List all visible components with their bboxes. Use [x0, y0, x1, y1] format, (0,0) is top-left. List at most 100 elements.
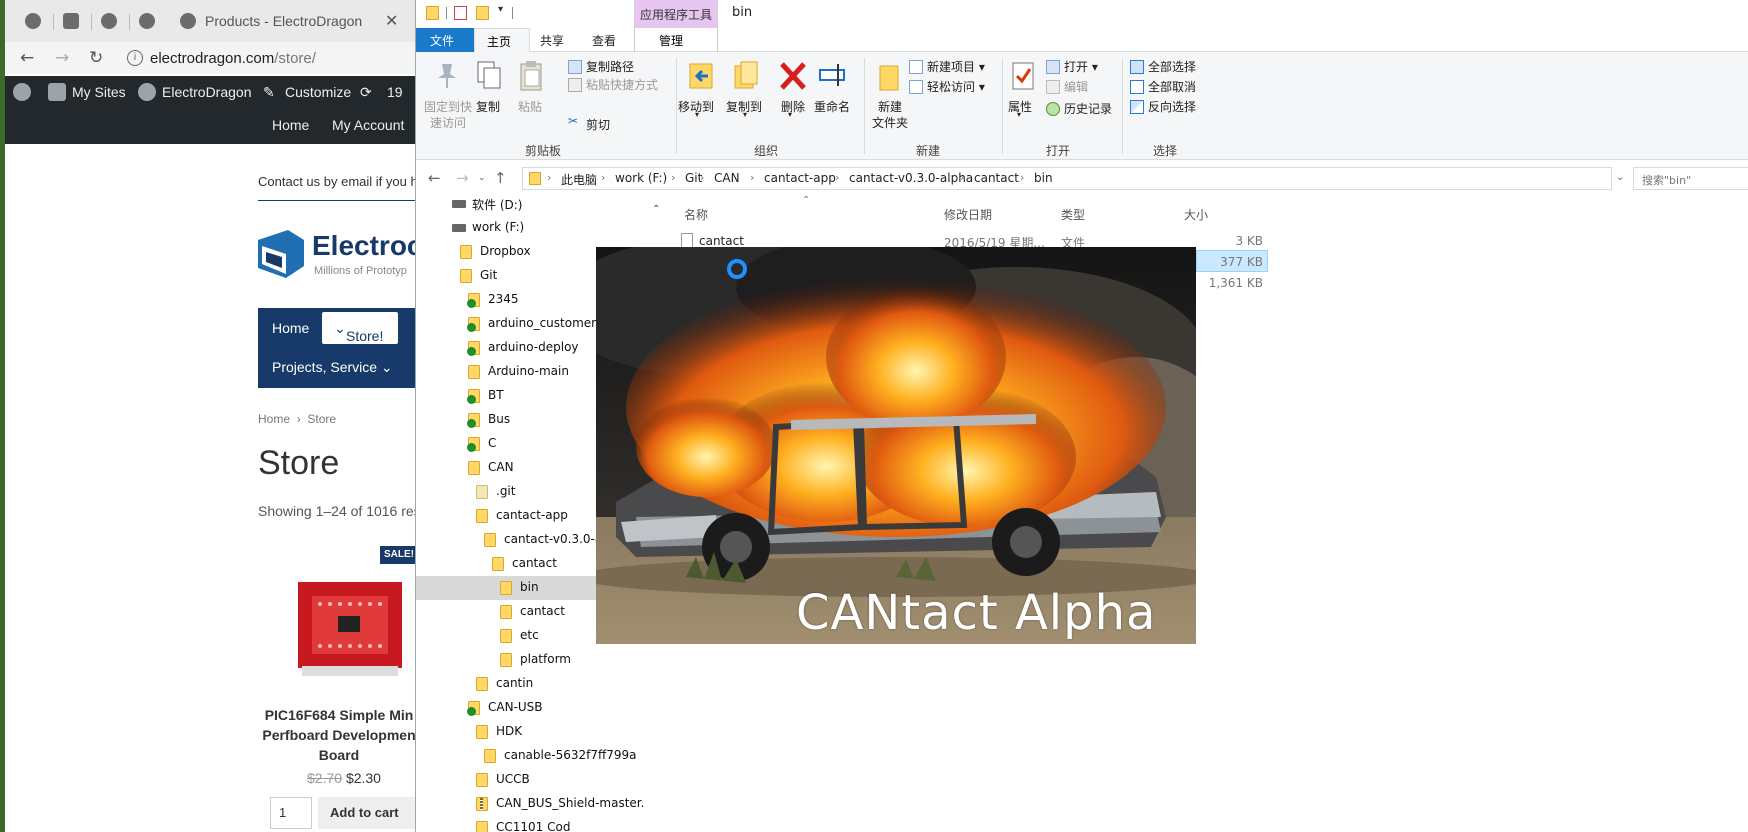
tree-item[interactable]: 软件 (D:): [416, 192, 666, 216]
tab-view[interactable]: 查看: [592, 32, 616, 49]
breadcrumb-segment[interactable]: work (F:): [615, 171, 667, 185]
history-button[interactable]: 历史记录: [1064, 100, 1112, 117]
tab-favicon-icon[interactable]: [25, 13, 41, 29]
new-folder-qa-icon[interactable]: [476, 6, 489, 20]
move-to-icon[interactable]: [686, 60, 716, 92]
tab-favicon-icon[interactable]: [101, 13, 117, 29]
menu-home-link[interactable]: Home: [272, 117, 309, 133]
delete-icon[interactable]: [778, 60, 808, 92]
tree-item[interactable]: cantin: [416, 672, 666, 696]
breadcrumb-separator[interactable]: ›: [671, 171, 675, 184]
breadcrumb-segment[interactable]: 此电脑: [561, 171, 597, 188]
app-tools-context-tab[interactable]: 应用程序工具: [634, 0, 718, 28]
qa-dropdown-icon[interactable]: ▾: [498, 4, 503, 15]
logo-text[interactable]: Electroc: [312, 230, 420, 262]
breadcrumb-segment[interactable]: cantact: [974, 171, 1019, 185]
breadcrumb-segment[interactable]: cantact-app: [764, 171, 836, 185]
paste-icon[interactable]: [516, 60, 546, 92]
info-icon[interactable]: i: [127, 50, 143, 66]
menu-my-account-link[interactable]: My Account: [332, 117, 404, 133]
active-tab-title[interactable]: Products - ElectroDragon: [205, 13, 362, 29]
my-sites-link[interactable]: My Sites: [72, 84, 126, 100]
close-tab-icon[interactable]: ✕: [385, 11, 398, 30]
tab-home[interactable]: 主页: [474, 28, 530, 53]
tab-file[interactable]: 文件: [416, 28, 474, 52]
breadcrumb-separator[interactable]: ›: [960, 171, 964, 184]
tree-item[interactable]: canable-5632f7ff799a: [416, 744, 666, 768]
electrodragon-logo-icon[interactable]: [258, 230, 304, 278]
recent-dropdown-icon[interactable]: ⌄: [478, 173, 486, 183]
nav-projects[interactable]: Projects, Service ⌄: [272, 359, 393, 376]
up-icon[interactable]: ↑: [494, 169, 507, 187]
product-title[interactable]: PIC16F684 Simple Min Perfboard Developme…: [258, 705, 420, 765]
copy-icon[interactable]: [474, 60, 504, 92]
address-dropdown-icon[interactable]: ⌄: [1616, 172, 1624, 183]
customize-link[interactable]: Customize: [285, 84, 351, 100]
back-icon[interactable]: ←: [428, 169, 441, 187]
scroll-up-icon[interactable]: ⌃: [652, 204, 660, 215]
breadcrumb-home[interactable]: Home: [258, 412, 290, 426]
updates-count[interactable]: 19: [387, 84, 403, 100]
tree-item[interactable]: CC1101 Cod: [416, 816, 666, 832]
easy-access-button[interactable]: 轻松访问 ▾: [927, 78, 985, 95]
properties-icon[interactable]: [1008, 60, 1038, 92]
select-all-button[interactable]: 全部选择: [1148, 58, 1196, 75]
rename-button[interactable]: 重命名: [814, 98, 850, 115]
select-none-button[interactable]: 全部取消: [1148, 78, 1196, 95]
tree-item[interactable]: HDK: [416, 720, 666, 744]
tree-item[interactable]: CAN_BUS_Shield-master.: [416, 792, 666, 816]
delete-dropdown-icon[interactable]: ▾: [788, 110, 792, 119]
breadcrumb-segment[interactable]: bin: [1034, 171, 1053, 185]
site-name-link[interactable]: ElectroDragon: [162, 84, 252, 100]
tab-favicon-icon[interactable]: [139, 13, 155, 29]
column-name[interactable]: 名称: [684, 206, 708, 223]
wordpress-icon[interactable]: [13, 83, 31, 101]
forward-icon[interactable]: →: [456, 169, 469, 187]
tree-item[interactable]: UCCB: [416, 768, 666, 792]
column-type[interactable]: 类型: [1061, 206, 1085, 223]
rename-icon[interactable]: [818, 60, 848, 92]
tree-item[interactable]: platform: [416, 648, 666, 672]
search-input[interactable]: 搜索"bin": [1633, 167, 1748, 190]
breadcrumb-separator[interactable]: ›: [750, 171, 754, 184]
breadcrumb-segment[interactable]: cantact-v0.3.0-alpha: [849, 171, 973, 185]
delete-button[interactable]: 删除: [781, 98, 805, 115]
invert-selection-button[interactable]: 反向选择: [1148, 98, 1196, 115]
open-button[interactable]: 打开 ▾: [1064, 58, 1098, 75]
breadcrumb-separator[interactable]: ›: [601, 171, 605, 184]
product-image[interactable]: [290, 570, 410, 690]
cut-button[interactable]: 剪切: [586, 116, 610, 133]
tab-share[interactable]: 共享: [540, 32, 564, 49]
breadcrumb-separator[interactable]: ›: [547, 171, 551, 184]
reload-icon[interactable]: ↻: [89, 48, 103, 68]
pin-icon[interactable]: [432, 60, 462, 92]
url-field[interactable]: electrodragon.com/store/: [150, 50, 316, 67]
new-folder-icon[interactable]: [874, 60, 904, 92]
back-icon[interactable]: ←: [20, 48, 34, 68]
properties-dropdown-icon[interactable]: ▾: [1017, 110, 1021, 119]
paste-button[interactable]: 粘贴: [518, 98, 542, 115]
add-to-cart-button[interactable]: Add to cart: [318, 797, 420, 829]
quantity-input[interactable]: 1: [270, 797, 312, 829]
address-bar[interactable]: 此电脑 › work (F:) › Git › CAN › cantact-app › cantac…: [522, 167, 1612, 190]
copy-button[interactable]: 复制: [476, 98, 500, 115]
new-folder-button[interactable]: 新建: [878, 98, 902, 115]
new-item-button[interactable]: 新建项目 ▾: [927, 58, 985, 75]
breadcrumb-separator[interactable]: ›: [1020, 171, 1024, 184]
column-size[interactable]: 大小: [1184, 206, 1208, 223]
paste-shortcut-button[interactable]: 粘贴快捷方式: [586, 76, 658, 93]
tab-manage[interactable]: 管理: [634, 28, 718, 52]
tab-favicon-icon[interactable]: [63, 13, 79, 29]
breadcrumb-segment[interactable]: CAN: [714, 171, 740, 185]
properties-qa-icon[interactable]: [454, 6, 467, 20]
move-to-dropdown-icon[interactable]: ▾: [695, 110, 699, 119]
nav-store[interactable]: Store! ⌄: [322, 312, 398, 344]
copy-to-icon[interactable]: [731, 60, 761, 92]
tree-item[interactable]: CAN-USB: [416, 696, 666, 720]
tree-item[interactable]: work (F:): [416, 216, 666, 240]
breadcrumb-separator[interactable]: ›: [700, 171, 704, 184]
edit-button[interactable]: 编辑: [1064, 78, 1088, 95]
column-date[interactable]: 修改日期: [944, 206, 992, 223]
pin-quick-access-label[interactable]: 固定到快: [424, 98, 472, 115]
copy-to-dropdown-icon[interactable]: ▾: [743, 110, 747, 119]
